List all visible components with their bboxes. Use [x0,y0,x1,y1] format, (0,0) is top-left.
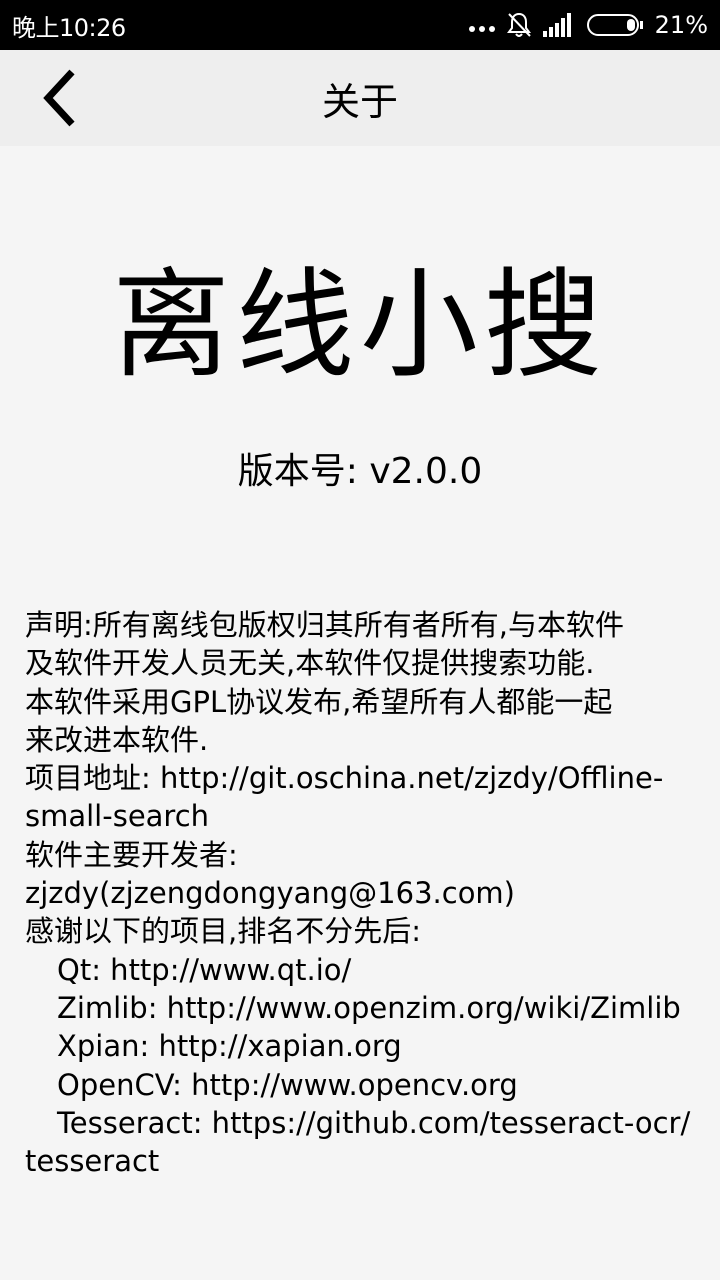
back-chevron-icon [43,69,75,127]
status-bar: 晚上10:26 21% [0,0,720,50]
title-bar: 关于 [0,50,720,146]
status-time: 晚上10:26 [12,13,126,42]
developer-label: 软件主要开发者: [25,837,238,872]
info-line: 本软件采用GPL协议发布,希望所有人都能一起 [25,684,613,719]
thanks-item-zimlib: Zimlib: http://www.openzim.org/wiki/Ziml… [57,990,681,1025]
bell-off-icon [506,12,531,37]
info-line: 声明:所有离线包版权归其所有者所有,与本软件 [25,608,624,642]
status-icons: 21% [468,11,708,39]
thanks-item-opencv: OpenCV: http://www.opencv.org [57,1067,518,1102]
page-title: 关于 [321,79,398,124]
info-line: 及软件开发人员无关,本软件仅提供搜索功能. [25,646,595,681]
thanks-item-tesseract-cont: tesseract [25,1144,160,1179]
thanks-item-qt: Qt: http://www.qt.io/ [57,952,352,987]
signal-icon [542,13,571,37]
thanks-label: 感谢以下的项目,排名不分先后: [25,914,421,949]
project-url-cont: small-search [25,799,210,834]
back-button[interactable] [28,64,92,132]
info-line: 来改进本软件. [25,722,209,757]
thanks-item-tesseract: Tesseract: https://github.com/tesseract-… [57,1105,691,1140]
battery-icon [586,14,643,36]
thanks-item-xpian: Xpian: http://xapian.org [57,1029,402,1064]
info-text: 声明:所有离线包版权归其所有者所有,与本软件 及软件开发人员无关,本软件仅提供搜… [25,606,705,1180]
project-url: 项目地址: http://git.oschina.net/zjzdy/Offli… [25,761,664,796]
version-label: 版本号: v2.0.0 [237,451,483,492]
developer-contact: zjzdy(zjzengdongyang@163.com) [25,876,515,911]
more-dots-icon [468,26,495,32]
battery-percent: 21% [654,11,708,39]
app-name: 离线小搜 [111,256,608,394]
